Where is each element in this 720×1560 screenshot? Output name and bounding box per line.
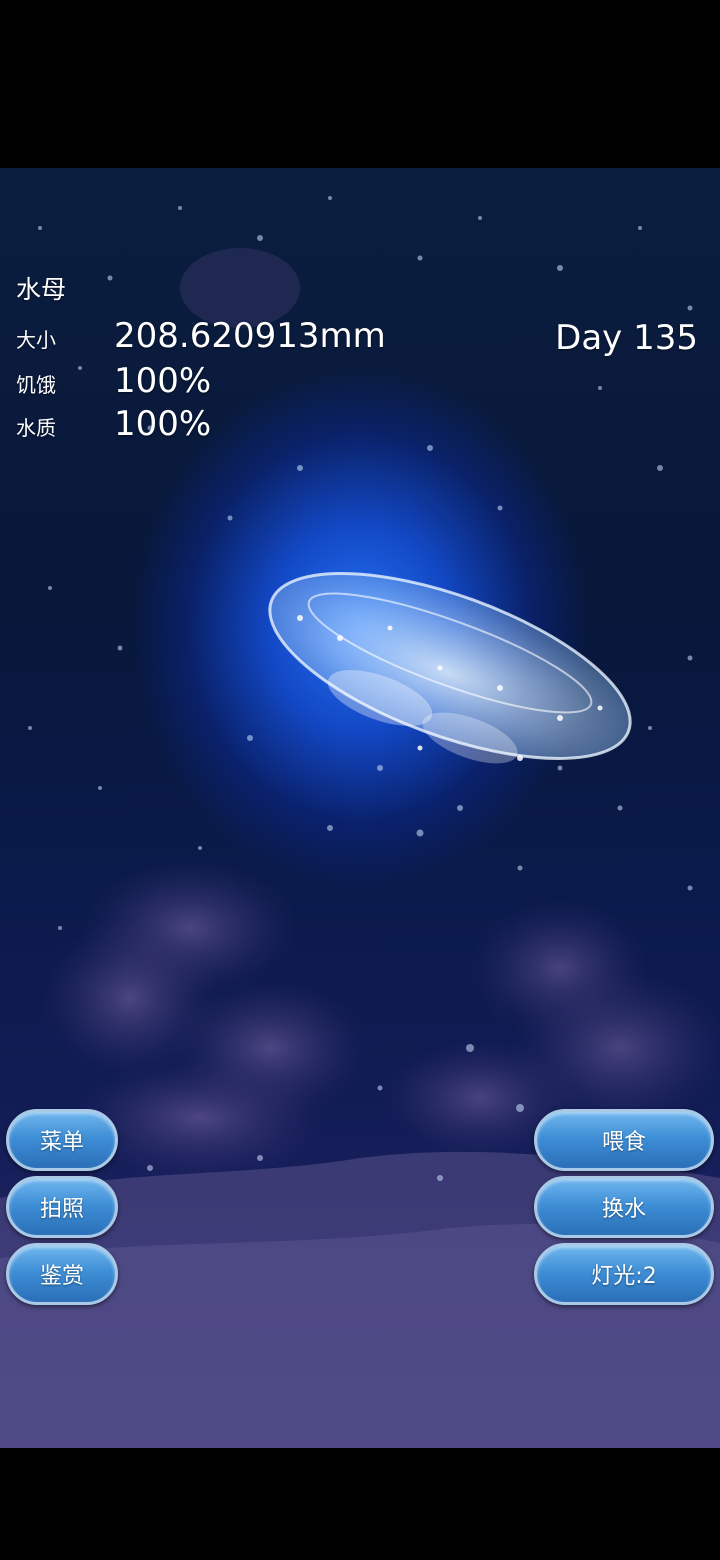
day-counter: Day 135 (555, 318, 698, 358)
jellyfish-sprite (268, 572, 632, 764)
top-black-bar (0, 0, 720, 168)
light-button[interactable]: 灯光:2 (534, 1243, 714, 1305)
menu-button[interactable]: 菜单 (6, 1109, 118, 1171)
bottom-black-bar (0, 1448, 720, 1560)
hunger-label: 饥饿 (16, 373, 56, 397)
water-quality-label: 水质 (16, 416, 56, 440)
size-value: 208.620913mm (114, 316, 386, 356)
water-quality-value: 100% (114, 404, 212, 444)
creature-title: 水母 (16, 275, 67, 304)
photo-button[interactable]: 拍照 (6, 1176, 118, 1238)
feed-button[interactable]: 喂食 (534, 1109, 714, 1171)
size-label: 大小 (16, 328, 56, 352)
hunger-value: 100% (114, 361, 212, 401)
gallery-button[interactable]: 鉴赏 (6, 1243, 118, 1305)
change-water-button[interactable]: 换水 (534, 1176, 714, 1238)
